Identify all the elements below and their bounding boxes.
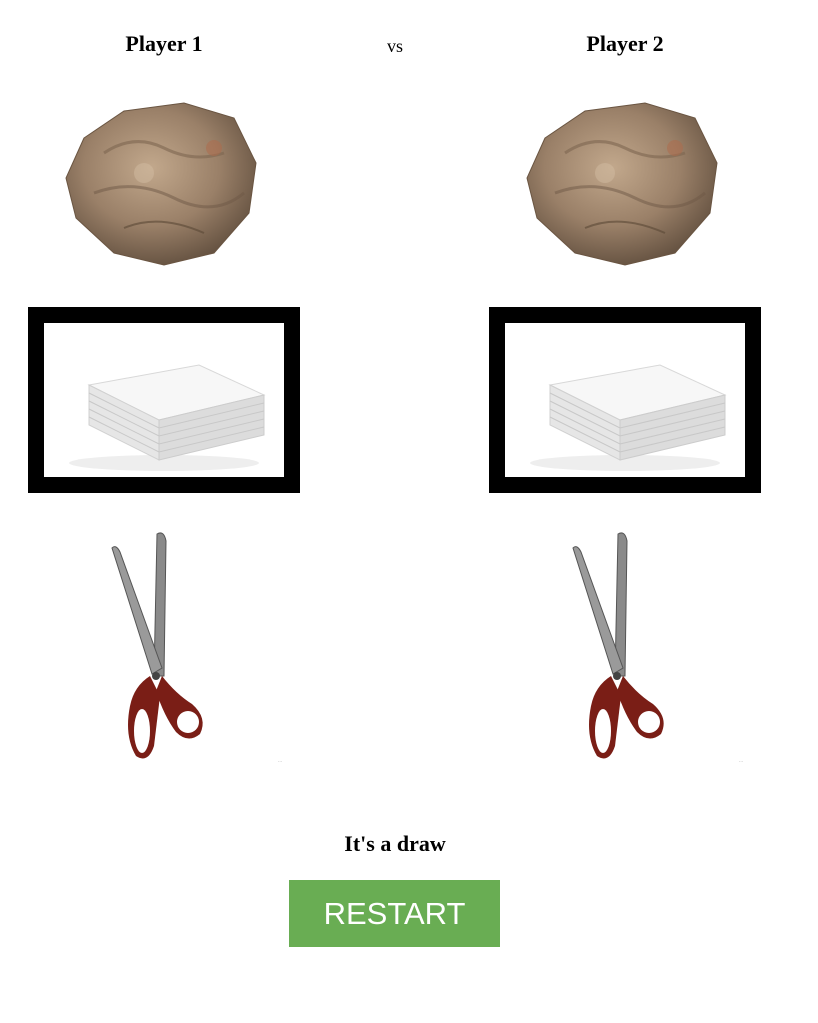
image-watermark: ···: [739, 759, 743, 764]
player-1-scissors-choice[interactable]: ···: [28, 524, 300, 768]
paper-stack-icon: [69, 364, 266, 471]
game-stage: Player 1 vs Player 2 ··· ··· It's a draw…: [0, 0, 818, 1023]
player-1-heading: Player 1: [125, 31, 203, 56]
player-1-rock-choice[interactable]: [28, 90, 300, 276]
scissors-icon: [572, 532, 664, 759]
rock-icon: [65, 102, 257, 266]
paper-stack-icon: [530, 364, 727, 471]
player-2-paper-choice[interactable]: [489, 307, 761, 493]
image-watermark: ···: [278, 759, 282, 764]
vs-label: vs: [386, 36, 403, 56]
player-2-heading: Player 2: [586, 31, 664, 56]
result-message: It's a draw: [344, 831, 446, 856]
scissors-icon: [111, 532, 203, 759]
rock-icon: [526, 102, 718, 266]
restart-button[interactable]: RESTART: [289, 880, 500, 947]
player-1-paper-choice[interactable]: [28, 307, 300, 493]
player-2-rock-choice[interactable]: [489, 90, 761, 276]
player-2-scissors-choice[interactable]: ···: [489, 524, 761, 768]
